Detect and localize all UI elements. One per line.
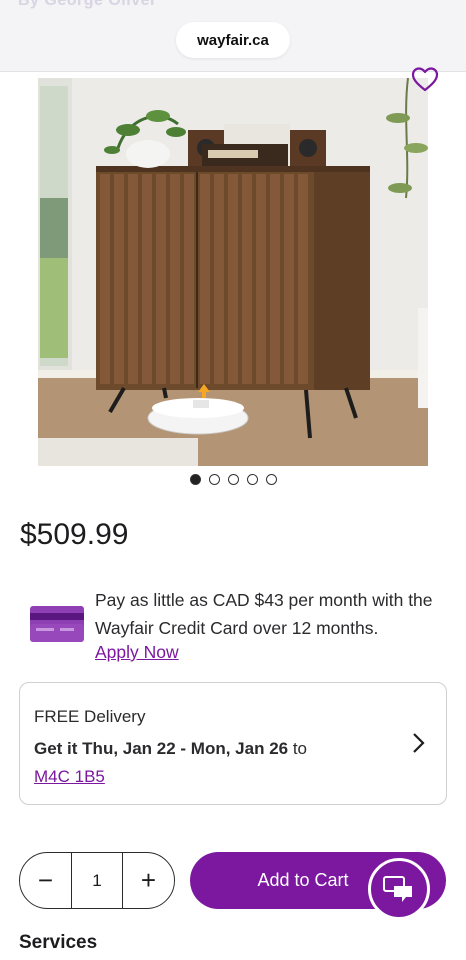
decrease-quantity-button[interactable]: − (20, 853, 71, 908)
heart-icon[interactable] (410, 64, 440, 94)
product-image[interactable] (38, 78, 428, 466)
url-pill[interactable]: wayfair.ca (176, 22, 290, 58)
chevron-right-icon[interactable] (408, 731, 428, 755)
delivery-to: to (288, 739, 308, 758)
overlay-brand-text: By George Oliver (18, 0, 157, 9)
credit-card-icon (30, 606, 84, 642)
delivery-card[interactable]: FREE Delivery Get it Thu, Jan 22 - Mon, … (19, 682, 447, 805)
carousel-dot-1[interactable] (189, 474, 201, 485)
services-heading: Services (19, 932, 98, 953)
browser-top-bar: By George Oliver wayfair.ca (0, 0, 466, 72)
quantity-value[interactable]: 1 (71, 853, 123, 908)
product-photo (38, 78, 428, 466)
delivery-date-line: Get it Thu, Jan 22 - Mon, Jan 26 to (34, 739, 307, 759)
chat-icon (383, 876, 412, 902)
quantity-stepper: − 1 + (19, 852, 175, 909)
carousel-dot-4[interactable] (246, 474, 258, 485)
postal-code-link[interactable]: M4C 1B5 (34, 767, 105, 787)
increase-quantity-button[interactable]: + (123, 853, 174, 908)
carousel-dot-3[interactable] (227, 474, 239, 485)
financing-text: Pay as little as CAD $43 per month with … (95, 590, 433, 638)
apply-now-link[interactable]: Apply Now (95, 642, 179, 663)
product-price: $509.99 (20, 518, 129, 551)
carousel-dot-5[interactable] (265, 474, 277, 485)
chat-button[interactable] (368, 858, 430, 920)
carousel-dot-2[interactable] (208, 474, 220, 485)
delivery-title: FREE Delivery (34, 707, 146, 726)
delivery-dates: Get it Thu, Jan 22 - Mon, Jan 26 (34, 739, 289, 758)
carousel-dots (0, 474, 466, 485)
